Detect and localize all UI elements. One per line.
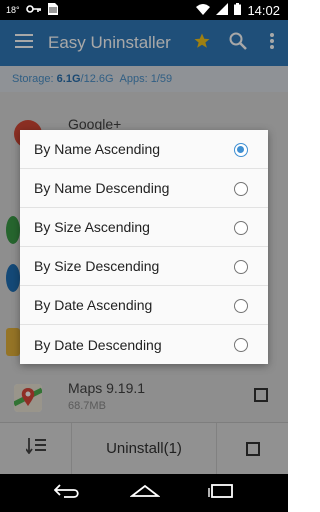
radio-button[interactable] (234, 299, 248, 313)
option-label: By Date Descending (34, 336, 162, 353)
key-icon (25, 3, 42, 17)
recents-icon (208, 483, 234, 502)
wifi-icon (196, 3, 211, 18)
sort-option-name-descending[interactable]: By Name Descending (20, 169, 268, 208)
signal-icon (216, 2, 229, 18)
option-label: By Name Ascending (34, 141, 161, 157)
option-label: By Size Descending (34, 258, 160, 274)
sort-option-date-descending[interactable]: By Date Descending (20, 325, 268, 364)
sort-option-size-ascending[interactable]: By Size Ascending (20, 208, 268, 247)
battery-icon (234, 2, 242, 18)
radio-button[interactable] (234, 338, 248, 352)
option-label: By Date Ascending (34, 297, 153, 313)
home-icon (129, 484, 161, 502)
back-icon (53, 483, 82, 502)
temperature-indicator: 18° (6, 5, 20, 15)
radio-button[interactable] (234, 260, 248, 274)
sort-dialog: By Name Ascending By Name Descending By … (20, 130, 268, 364)
clock: 14:02 (247, 2, 280, 18)
sort-option-size-descending[interactable]: By Size Descending (20, 247, 268, 286)
radio-button[interactable] (234, 182, 248, 196)
option-label: By Name Descending (34, 180, 170, 196)
sort-option-date-ascending[interactable]: By Date Ascending (20, 286, 268, 325)
radio-button-selected[interactable] (234, 143, 248, 157)
radio-button[interactable] (234, 221, 248, 235)
sim-icon (47, 2, 58, 18)
back-button[interactable] (53, 483, 82, 503)
option-label: By Size Ascending (34, 219, 150, 235)
system-nav-bar (0, 474, 288, 512)
home-button[interactable] (129, 484, 161, 503)
recents-button[interactable] (208, 483, 234, 503)
status-bar: 18° 14:02 (0, 0, 288, 20)
sort-option-name-ascending[interactable]: By Name Ascending (20, 130, 268, 169)
